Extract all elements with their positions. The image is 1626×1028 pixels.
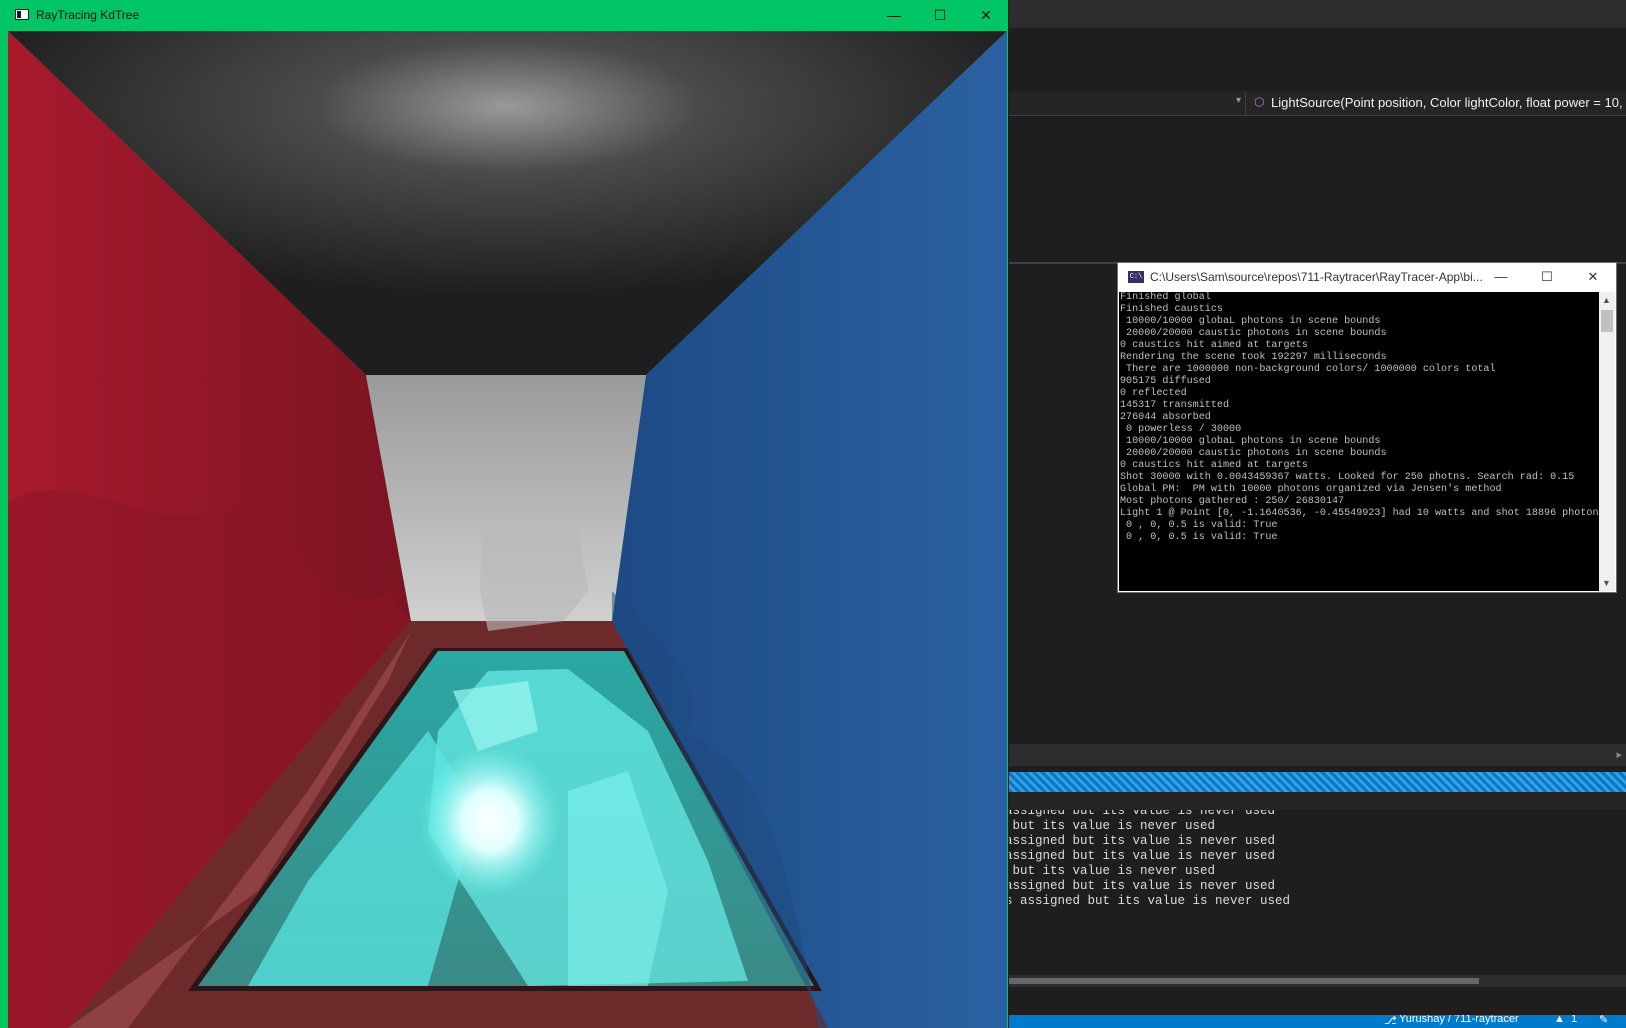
console-line: Finished global bbox=[1120, 292, 1211, 303]
console-line: 0 , 0, 0.5 is valid: True bbox=[1120, 532, 1278, 543]
status-bar: ⎇ Yurushay / 711-raytracer ▲ 1 ✎ bbox=[1009, 1015, 1626, 1028]
console-line: 0 reflected bbox=[1120, 388, 1187, 399]
console-window: C:\ C:\Users\Sam\source\repos\711-Raytra… bbox=[1117, 262, 1617, 593]
output-line: assigned but its value is never used bbox=[1009, 810, 1276, 818]
output-horizontal-scrollbar[interactable] bbox=[1009, 975, 1626, 987]
raytracer-title-bar[interactable]: RayTracing KdTree — ☐ ✕ bbox=[0, 0, 1008, 31]
console-close-button[interactable]: ✕ bbox=[1570, 263, 1616, 292]
console-app-icon: C:\ bbox=[1128, 271, 1144, 283]
render-canvas[interactable] bbox=[8, 31, 1007, 1028]
output-line: assigned but its value is never used bbox=[1009, 879, 1276, 893]
scrollbar-thumb[interactable] bbox=[1009, 978, 1479, 984]
console-output[interactable]: Finished global Finished caustics 10000/… bbox=[1119, 292, 1599, 591]
scroll-down-icon[interactable]: ▼ bbox=[1602, 578, 1611, 588]
ide-toolbar bbox=[1009, 0, 1626, 28]
scroll-up-icon[interactable]: ▲ bbox=[1602, 295, 1611, 305]
git-icon: ⎇ bbox=[1384, 1015, 1397, 1027]
console-title-bar[interactable]: C:\ C:\Users\Sam\source\repos\711-Raytra… bbox=[1118, 263, 1616, 292]
output-line: assigned but its value is never used bbox=[1009, 834, 1276, 848]
maximize-button[interactable]: ☐ bbox=[917, 0, 963, 31]
repository-name[interactable]: Yurushay / 711-raytracer bbox=[1399, 1015, 1519, 1025]
notification-icon[interactable]: ▲ bbox=[1554, 1015, 1565, 1025]
method-icon: ⬡ bbox=[1254, 95, 1265, 109]
minimize-button[interactable]: — bbox=[871, 0, 917, 31]
console-line: Light 1 @ Point [0, -1.1640536, -0.45549… bbox=[1120, 508, 1599, 519]
build-progress-bar bbox=[1009, 772, 1626, 792]
type-dropdown[interactable]: ▾ bbox=[1009, 91, 1246, 115]
console-line: 10000/10000 globaL photons in scene boun… bbox=[1120, 436, 1381, 447]
output-line: s assigned but its value is never used bbox=[1009, 894, 1291, 908]
console-line: Global PM: PM with 10000 photons organiz… bbox=[1120, 484, 1502, 495]
scroll-right-icon[interactable]: ▸ bbox=[1616, 748, 1622, 761]
feedback-icon[interactable]: ✎ bbox=[1599, 1015, 1608, 1026]
console-maximize-button[interactable]: ☐ bbox=[1524, 263, 1570, 292]
console-line: Shot 30000 with 0.0043459367 watts. Look… bbox=[1120, 472, 1575, 483]
close-button[interactable]: ✕ bbox=[963, 0, 1009, 31]
console-line: 20000/20000 caustic photons in scene bou… bbox=[1120, 448, 1387, 459]
code-editor[interactable] bbox=[1009, 116, 1626, 262]
light-reflection bbox=[420, 746, 560, 896]
console-scrollbar[interactable]: ▲ ▼ bbox=[1599, 292, 1615, 591]
console-line: Rendering the scene took 192297 millisec… bbox=[1120, 352, 1387, 363]
app-icon bbox=[15, 9, 29, 20]
rendered-scene bbox=[8, 31, 1007, 1028]
notification-count: 1 bbox=[1571, 1015, 1578, 1025]
console-line: 20000/20000 caustic photons in scene bou… bbox=[1120, 328, 1387, 339]
console-line: 10000/10000 globaL photons in scene boun… bbox=[1120, 316, 1381, 327]
console-line: 905175 diffused bbox=[1120, 376, 1211, 387]
chevron-down-icon[interactable]: ▾ bbox=[1236, 95, 1241, 106]
console-line: 0 caustics hit aimed at targets bbox=[1120, 340, 1308, 351]
console-line: 0 powerless / 30000 bbox=[1120, 424, 1242, 435]
console-line: 0 caustics hit aimed at targets bbox=[1120, 460, 1308, 471]
member-dropdown[interactable]: LightSource(Point position, Color lightC… bbox=[1271, 95, 1626, 110]
navigation-bar: ▾ ⬡ LightSource(Point position, Color li… bbox=[1009, 91, 1626, 116]
console-line: 0 , 0, 0.5 is valid: True bbox=[1120, 520, 1278, 531]
output-panel[interactable]: assigned but its value is never used but… bbox=[1009, 810, 1626, 975]
output-line: assigned but its value is never used bbox=[1009, 849, 1276, 863]
console-line: Finished caustics bbox=[1120, 304, 1223, 315]
console-scrollbar-thumb[interactable] bbox=[1601, 310, 1613, 332]
editor-horizontal-scrollbar[interactable]: ▸ bbox=[1009, 744, 1626, 766]
output-line: but its value is never used bbox=[1009, 864, 1216, 878]
output-line: but its value is never used bbox=[1009, 819, 1216, 833]
console-line: 276044 absorbed bbox=[1120, 412, 1211, 423]
raytracer-window: RayTracing KdTree — ☐ ✕ bbox=[0, 0, 1008, 1028]
console-minimize-button[interactable]: — bbox=[1478, 263, 1524, 292]
console-title: C:\Users\Sam\source\repos\711-Raytracer\… bbox=[1150, 270, 1483, 284]
console-line: Most photons gathered : 250/ 26830147 bbox=[1120, 496, 1345, 507]
console-line: There are 1000000 non-background colors/… bbox=[1120, 364, 1496, 375]
console-line: 145317 transmitted bbox=[1120, 400, 1230, 411]
window-title: RayTracing KdTree bbox=[36, 8, 140, 22]
